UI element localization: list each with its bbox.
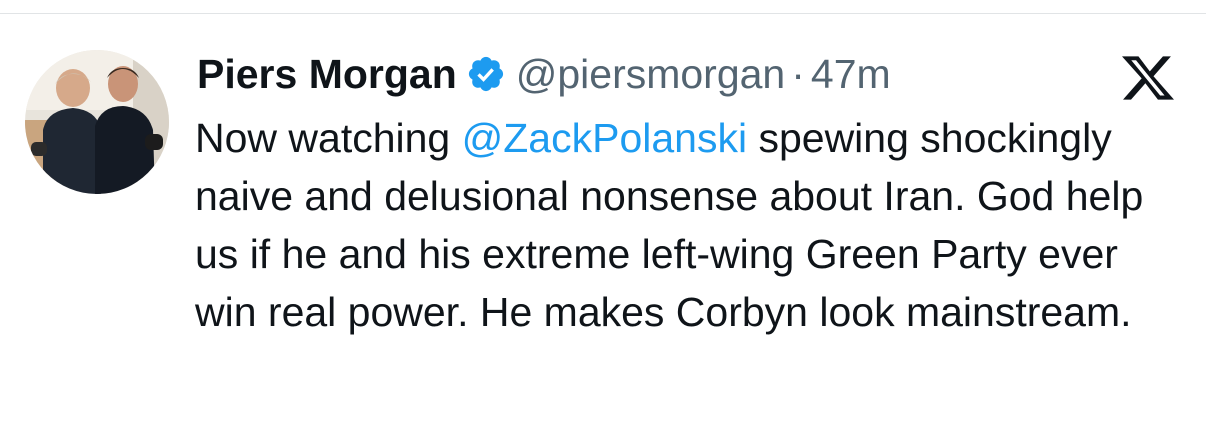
x-logo-icon[interactable] <box>1122 56 1174 100</box>
tweet-header: Piers Morgan @piersmorgan · 47m <box>197 46 891 102</box>
tweet-text: Now watching @ZackPolanski spewing shock… <box>195 109 1185 341</box>
avatar[interactable] <box>25 50 169 194</box>
verified-badge-icon <box>466 54 506 94</box>
tweet-text-start: Now watching <box>195 115 462 161</box>
author-name[interactable]: Piers Morgan <box>197 46 457 102</box>
tweet-timestamp[interactable]: 47m <box>811 46 891 102</box>
separator-dot: · <box>791 51 805 97</box>
avatar-photo <box>25 50 169 194</box>
top-divider <box>0 13 1206 14</box>
mention-link[interactable]: @ZackPolanski <box>462 115 747 161</box>
author-handle[interactable]: @piersmorgan <box>516 46 786 102</box>
